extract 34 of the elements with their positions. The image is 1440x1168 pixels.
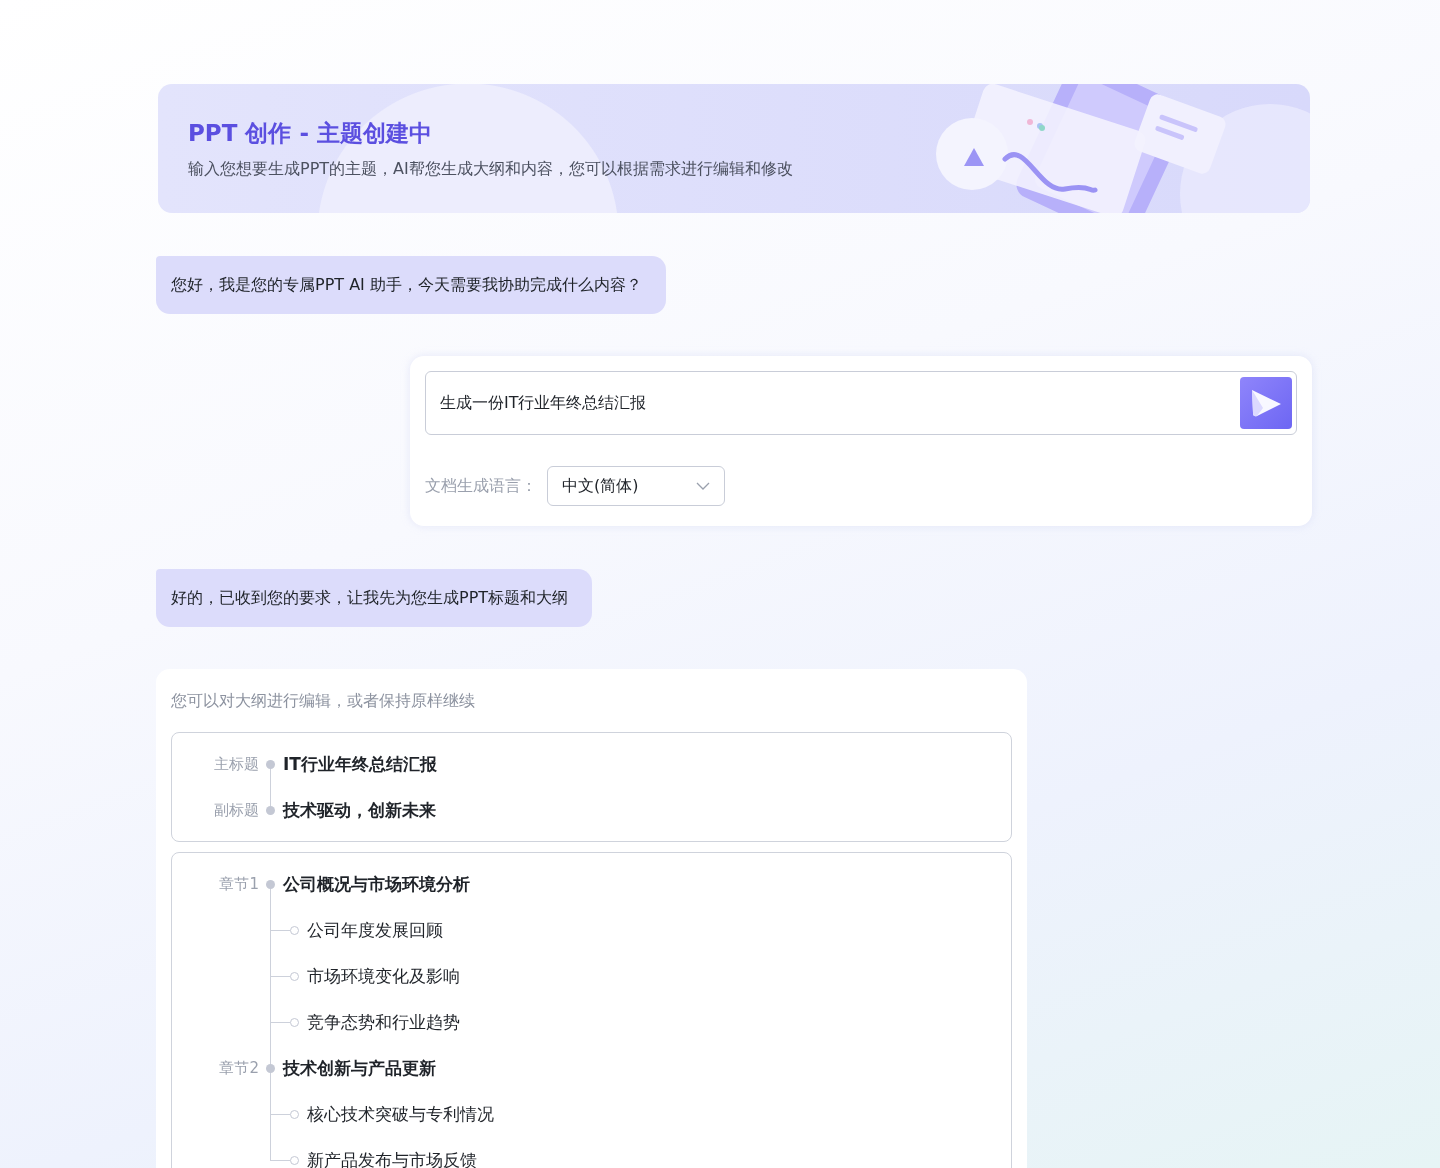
- input-value: 生成一份IT行业年终总结汇报: [440, 392, 647, 414]
- branch-line: [270, 1113, 290, 1115]
- branch-line: [270, 1021, 290, 1023]
- chat-bubble: 好的，已收到您的要求，让我先为您生成PPT标题和大纲: [156, 569, 593, 627]
- chevron-down-icon: [696, 482, 710, 490]
- outline-hint: 您可以对大纲进行编辑，或者保持原样继续: [171, 690, 476, 712]
- chapter-label: 章节2: [218, 1058, 259, 1078]
- banner-subtitle: 输入您想要生成PPT的主题，AI帮您生成大纲和内容，您可以根据需求进行编辑和修改: [188, 158, 793, 180]
- subsection-title[interactable]: 核心技术突破与专利情况: [307, 1102, 494, 1126]
- bullet-dot: [266, 759, 275, 769]
- outline-title[interactable]: 技术驱动，创新未来: [283, 798, 436, 822]
- banner-title: PPT 创作 - 主题创建中: [188, 119, 433, 148]
- chapter-title[interactable]: 技术创新与产品更新: [283, 1056, 436, 1080]
- subsection-title[interactable]: 竞争态势和行业趋势: [307, 1010, 460, 1034]
- branch-line: [270, 975, 290, 977]
- send-button[interactable]: [1240, 377, 1292, 429]
- bullet-dot: [266, 879, 275, 889]
- bullet-dot: [266, 805, 275, 815]
- language-dropdown[interactable]: 中文(简体): [547, 466, 725, 506]
- prompt-input[interactable]: 生成一份IT行业年终总结汇报: [425, 371, 1297, 435]
- subsection-title[interactable]: 公司年度发展回顾: [307, 918, 443, 942]
- row-label: 副标题: [213, 800, 259, 820]
- bullet-dot: [266, 1063, 275, 1073]
- chat-bubble: 您好，我是您的专属PPT AI 助手，今天需要我协助完成什么内容？: [156, 256, 666, 314]
- outline-title[interactable]: IT行业年终总结汇报: [283, 752, 437, 776]
- subsection-title[interactable]: 新产品发布与市场反馈: [307, 1148, 477, 1168]
- play-icon: [1249, 388, 1283, 418]
- branch-line: [270, 929, 290, 931]
- row-label: 主标题: [213, 754, 259, 774]
- subsection-title[interactable]: 市场环境变化及影响: [307, 964, 460, 988]
- chapter-label: 章节1: [218, 874, 259, 894]
- chapter-title[interactable]: 公司概况与市场环境分析: [283, 872, 470, 896]
- language-label: 文档生成语言：: [425, 475, 537, 497]
- branch-line: [270, 1159, 290, 1161]
